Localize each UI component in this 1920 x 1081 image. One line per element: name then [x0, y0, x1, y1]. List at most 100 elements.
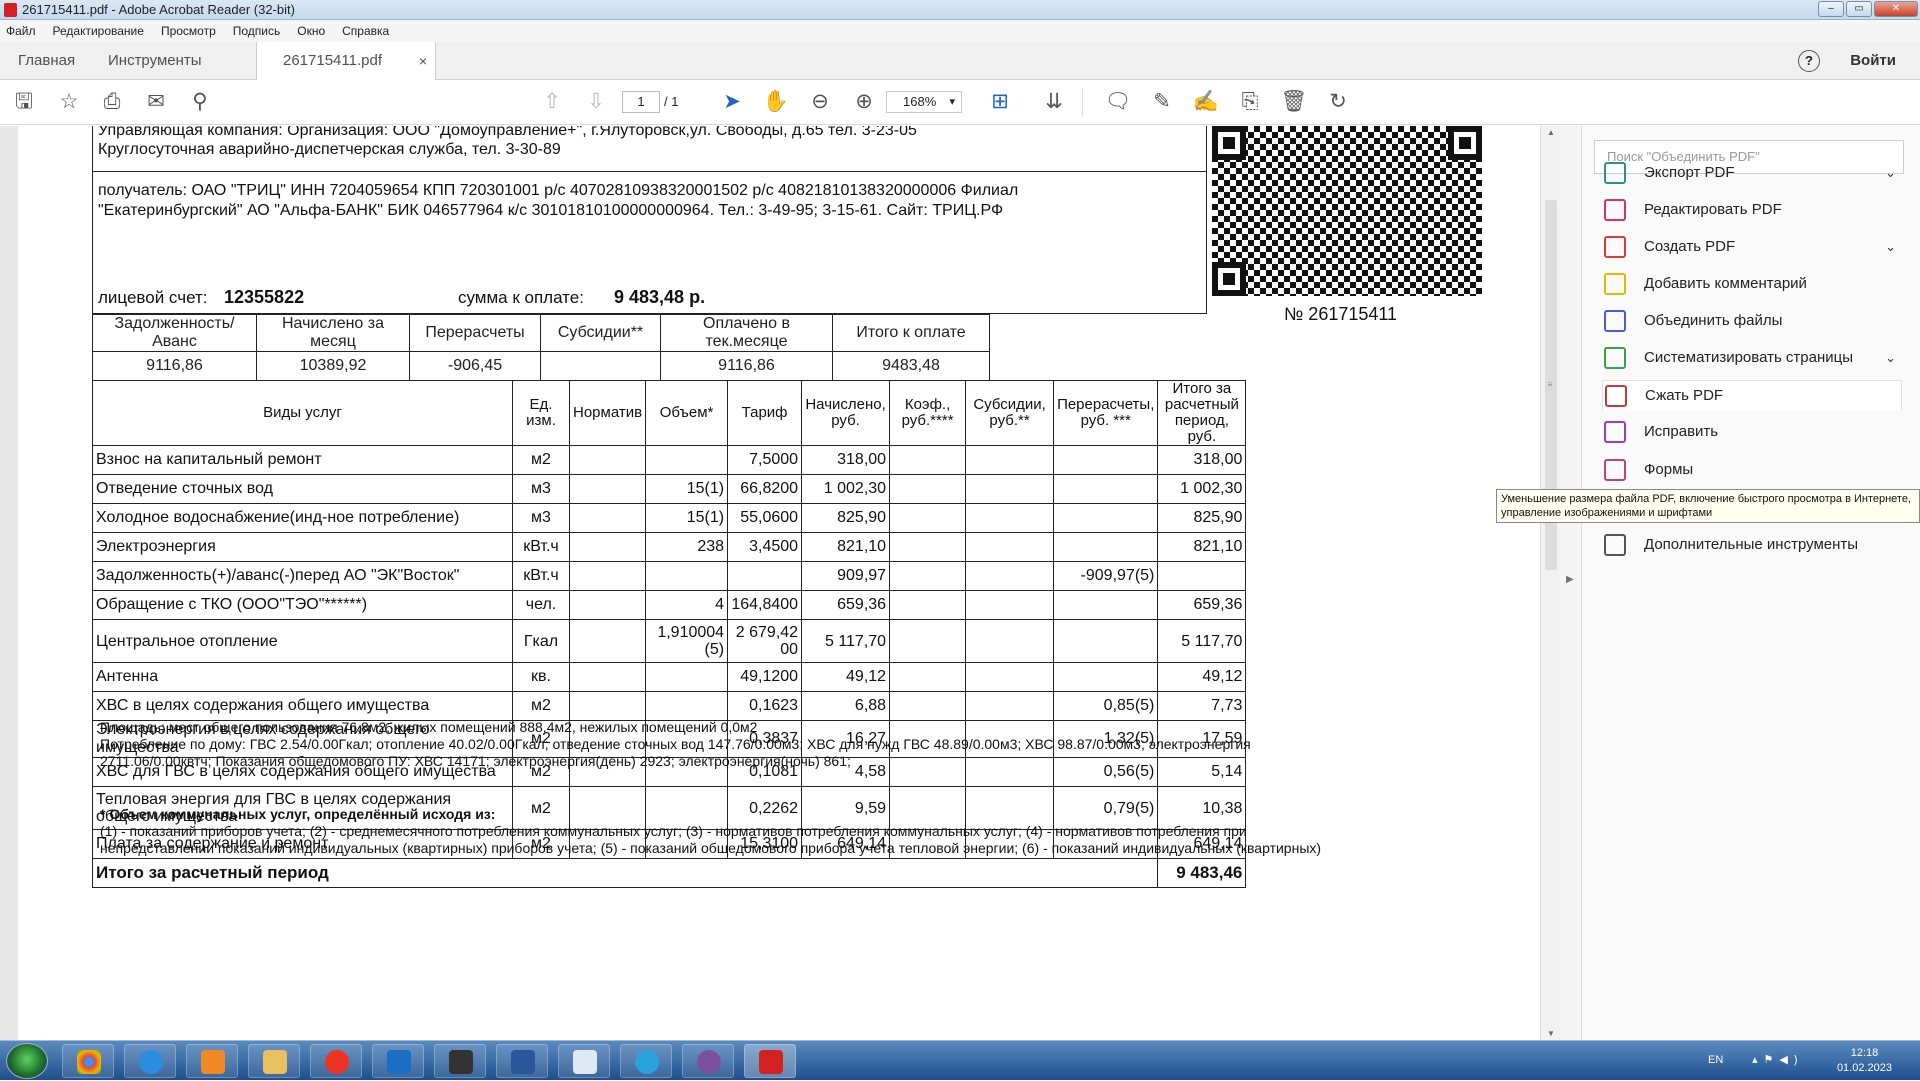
service-cell: [889, 619, 967, 663]
taskbar-notepad[interactable]: [558, 1044, 610, 1078]
scroll-mode-icon[interactable]: ⇊: [1040, 88, 1068, 116]
footnote-title: * Объем коммунальных услуг, определённый…: [100, 806, 496, 822]
clock[interactable]: 12:18 01.02.2023: [1837, 1046, 1892, 1076]
fit-page-icon[interactable]: ⊞: [986, 88, 1014, 116]
taskbar-telegram[interactable]: [620, 1044, 672, 1078]
taskbar-yandex[interactable]: [310, 1044, 362, 1078]
tool-icon: [1604, 421, 1626, 443]
tab-document[interactable]: 261715411.pdf ×: [256, 42, 436, 80]
tool-item[interactable]: Добавить комментарий: [1602, 269, 1902, 299]
service-cell: [1053, 662, 1159, 692]
summary-value-cell: -906,45: [409, 351, 541, 381]
right-pane-toggle[interactable]: ▶: [1560, 126, 1582, 1040]
zoom-out-icon[interactable]: ⊖: [806, 88, 834, 116]
taskbar-3cx[interactable]: [434, 1044, 486, 1078]
service-cell: [889, 474, 967, 504]
taskbar-viber[interactable]: [682, 1044, 734, 1078]
close-window-button[interactable]: ✕: [1874, 1, 1918, 17]
menu-sign[interactable]: Подпись: [233, 20, 281, 42]
sign-in-button[interactable]: Войти: [1850, 42, 1896, 80]
tool-item[interactable]: Создать PDF ⌄: [1602, 232, 1902, 262]
taskbar-ie[interactable]: [124, 1044, 176, 1078]
print-icon[interactable]: ⎙: [98, 88, 126, 116]
taskbar-explorer[interactable]: [248, 1044, 300, 1078]
menu-file[interactable]: Файл: [6, 20, 36, 42]
service-row: Электроэнергия кВт.ч 238 3,4500 821,10 821,10: [92, 532, 1247, 562]
service-cell: [965, 561, 1055, 591]
menu-edit[interactable]: Редактирование: [53, 20, 144, 42]
tool-item[interactable]: Объединить файлы: [1602, 306, 1902, 336]
tab-home[interactable]: Главная: [18, 42, 75, 80]
delete-icon[interactable]: 🗑: [1280, 88, 1308, 116]
payment-qr-code: [1212, 126, 1482, 296]
tool-item[interactable]: Сжать PDF: [1602, 380, 1902, 410]
service-cell: Задолженность(+)/аванс(-)перед АО "ЭК"Во…: [92, 561, 513, 591]
scroll-up-icon[interactable]: ▲: [1547, 128, 1555, 137]
hand-tool-icon[interactable]: ✋: [762, 88, 790, 116]
service-cell: [645, 662, 729, 692]
chevron-down-icon[interactable]: ⌄: [1885, 158, 1896, 188]
taskbar-media-player[interactable]: [186, 1044, 238, 1078]
services-header-cell: Перерасчеты, руб. ***: [1053, 380, 1159, 446]
help-icon[interactable]: ?: [1798, 50, 1820, 72]
tool-item[interactable]: Формы: [1602, 455, 1902, 485]
save-icon[interactable]: 🖫: [10, 88, 38, 116]
taskbar-acrobat[interactable]: [744, 1044, 796, 1078]
maximize-button[interactable]: ▭: [1846, 1, 1872, 17]
service-cell: 1,910004 (5): [645, 619, 729, 663]
tool-label: Исправить: [1644, 423, 1719, 440]
rotate-icon[interactable]: ↻: [1324, 88, 1352, 116]
splitter-grip-icon: ≡: [1547, 380, 1553, 389]
taskbar-outlook[interactable]: [372, 1044, 424, 1078]
zoom-in-icon[interactable]: ⊕: [850, 88, 878, 116]
language-indicator[interactable]: EN: [1708, 1054, 1723, 1066]
service-cell: [889, 532, 967, 562]
next-page-icon[interactable]: ⇩: [582, 88, 610, 116]
previous-page-icon[interactable]: ⇧: [538, 88, 566, 116]
tool-item[interactable]: Исправить: [1602, 417, 1902, 447]
collapse-pane-icon: ▶: [1566, 574, 1574, 585]
service-cell: [645, 445, 729, 475]
taskbar-word[interactable]: [496, 1044, 548, 1078]
draw-icon[interactable]: ✍: [1192, 88, 1220, 116]
tool-item[interactable]: Дополнительные инструменты: [1602, 530, 1902, 560]
tool-item[interactable]: Систематизировать страницы ⌄: [1602, 343, 1902, 373]
chevron-down-icon[interactable]: ⌄: [1885, 232, 1896, 262]
close-tab-icon[interactable]: ×: [419, 42, 427, 80]
tool-label: Редактировать PDF: [1644, 201, 1782, 218]
document-viewport[interactable]: Управляющая компания: Организация: ООО "…: [0, 126, 1560, 1040]
service-cell: [965, 474, 1055, 504]
menu-view[interactable]: Просмотр: [161, 20, 216, 42]
start-button[interactable]: [6, 1043, 48, 1079]
menu-window[interactable]: Окно: [297, 20, 325, 42]
select-cursor-icon[interactable]: ➤: [718, 88, 746, 116]
tool-item[interactable]: Экспорт PDF ⌄: [1602, 158, 1902, 188]
service-cell: [889, 561, 967, 591]
service-cell: [1053, 590, 1159, 620]
chevron-down-icon[interactable]: ⌄: [1885, 343, 1896, 373]
summary-header-cell: Оплачено в тек.месяце: [660, 314, 833, 352]
zoom-select[interactable]: 168%: [886, 91, 962, 113]
page-number-input[interactable]: 1: [622, 91, 660, 113]
minimize-button[interactable]: –: [1818, 1, 1844, 17]
service-cell: [568, 532, 647, 562]
stamp-icon[interactable]: ⎘: [1236, 88, 1264, 116]
summary-header-cell: Итого к оплате: [832, 314, 990, 352]
tool-label: Дополнительные инструменты: [1644, 536, 1859, 553]
tab-tools[interactable]: Инструменты: [108, 42, 202, 80]
taskbar-chrome[interactable]: [62, 1044, 114, 1078]
tray-icons[interactable]: ▴⚑◀): [1752, 1053, 1804, 1066]
menu-help[interactable]: Справка: [342, 20, 389, 42]
consumption-note-1: Потребление по дому: ГВС 2.54/0.00Гкал; …: [100, 736, 1251, 752]
service-cell: 5,14: [1157, 757, 1247, 787]
search-icon[interactable]: ⚲: [186, 88, 214, 116]
vertical-scrollbar[interactable]: ▲ ≡ ▼: [1540, 126, 1560, 1040]
comment-icon[interactable]: 🗨: [1104, 88, 1132, 116]
service-cell: [1053, 474, 1159, 504]
tool-item[interactable]: Редактировать PDF: [1602, 195, 1902, 225]
scroll-down-icon[interactable]: ▼: [1547, 1029, 1555, 1038]
highlight-pen-icon[interactable]: ✎: [1148, 88, 1176, 116]
service-cell: [568, 445, 647, 475]
email-icon[interactable]: ✉: [142, 88, 170, 116]
bookmark-star-icon[interactable]: ☆: [55, 88, 83, 116]
